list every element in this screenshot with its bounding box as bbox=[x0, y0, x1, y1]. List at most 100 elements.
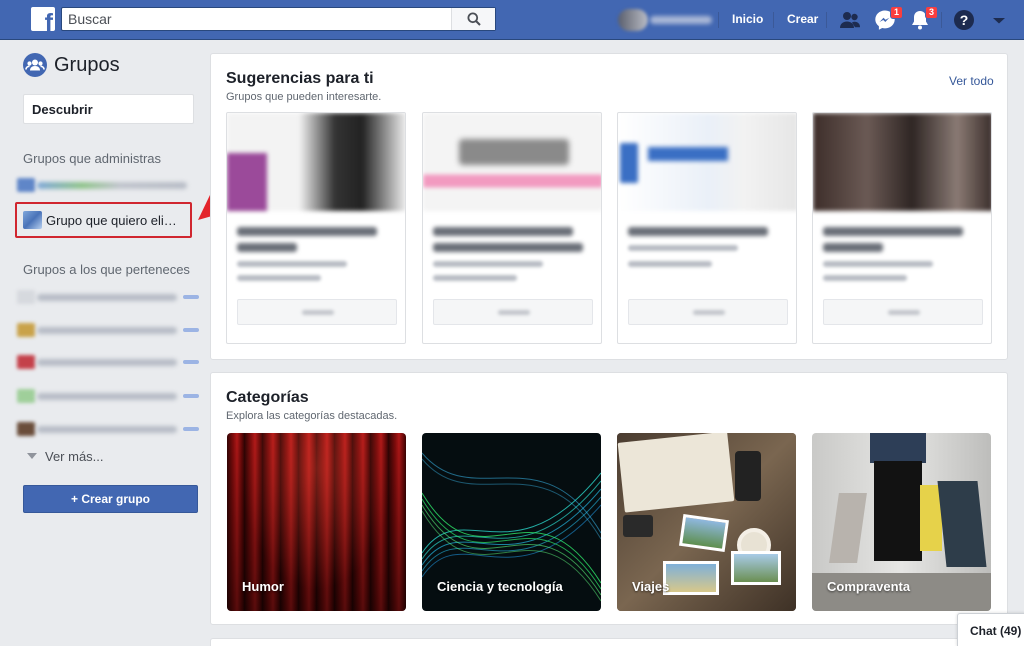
profile-link[interactable] bbox=[618, 9, 714, 31]
map-image bbox=[617, 433, 735, 513]
divider bbox=[941, 12, 942, 28]
see-more-link[interactable]: Ver más... bbox=[27, 449, 104, 464]
group-name-blurred bbox=[433, 227, 573, 236]
see-more-label: Ver más... bbox=[45, 449, 104, 464]
page-title: Grupos bbox=[54, 54, 120, 76]
group-thumbnail bbox=[17, 355, 35, 369]
unread-indicator bbox=[183, 427, 199, 431]
group-name-blurred bbox=[37, 182, 187, 189]
group-name-blurred bbox=[823, 243, 883, 252]
group-name-blurred bbox=[37, 327, 177, 334]
see-all-link[interactable]: Ver todo bbox=[949, 74, 994, 88]
notifications-bell-icon[interactable]: 3 bbox=[908, 6, 938, 32]
group-cover-image bbox=[618, 113, 796, 211]
discover-button[interactable]: Descubrir bbox=[23, 94, 194, 124]
svg-text:?: ? bbox=[960, 12, 969, 28]
suggested-group-card[interactable] bbox=[422, 112, 602, 344]
top-navbar: f Inicio Crear 1 3 ? bbox=[0, 0, 1024, 40]
search-icon bbox=[467, 12, 481, 26]
unread-indicator bbox=[183, 295, 199, 299]
category-buy-sell[interactable]: Compraventa bbox=[812, 433, 991, 611]
category-label: Compraventa bbox=[827, 579, 911, 594]
cover-detail bbox=[227, 153, 267, 211]
category-science-tech[interactable]: Ciencia y tecnología bbox=[422, 433, 601, 611]
suggestions-subtitle: Grupos que pueden interesarte. bbox=[226, 91, 382, 103]
group-name-blurred bbox=[37, 426, 177, 433]
group-thumbnail bbox=[23, 211, 42, 229]
create-link[interactable]: Crear bbox=[787, 12, 818, 26]
messenger-icon[interactable]: 1 bbox=[873, 6, 903, 32]
group-thumbnail bbox=[17, 422, 35, 436]
join-group-button[interactable] bbox=[628, 299, 788, 325]
shopping-bag bbox=[937, 481, 987, 567]
avatar bbox=[618, 9, 648, 31]
search-button[interactable] bbox=[451, 8, 495, 30]
group-name-blurred bbox=[37, 294, 177, 301]
chat-tab[interactable]: Chat (49) bbox=[957, 613, 1024, 646]
group-meta-blurred bbox=[433, 275, 517, 281]
group-thumbnail bbox=[17, 323, 35, 337]
unread-indicator bbox=[183, 360, 199, 364]
group-name-blurred bbox=[237, 227, 377, 236]
next-card bbox=[210, 638, 1008, 646]
group-thumbnail bbox=[17, 290, 35, 304]
messages-badge: 1 bbox=[889, 6, 903, 19]
unread-indicator bbox=[183, 394, 199, 398]
groups-icon bbox=[23, 53, 47, 77]
group-meta-blurred bbox=[237, 275, 321, 281]
home-link[interactable]: Inicio bbox=[732, 12, 763, 26]
chat-label: Chat (49) bbox=[970, 624, 1022, 638]
profile-name-blurred bbox=[650, 16, 712, 24]
group-cover-image bbox=[813, 113, 991, 211]
group-meta-blurred bbox=[823, 261, 933, 267]
group-name-blurred bbox=[237, 243, 297, 252]
category-label: Ciencia y tecnología bbox=[437, 579, 563, 594]
admin-groups-heading: Grupos que administras bbox=[23, 151, 162, 166]
pants bbox=[874, 461, 922, 561]
search-box bbox=[61, 7, 496, 31]
group-name-blurred bbox=[37, 393, 177, 400]
divider bbox=[718, 12, 719, 28]
join-group-button[interactable] bbox=[823, 299, 983, 325]
member-groups-heading: Grupos a los que perteneces bbox=[23, 262, 190, 277]
categories-card: Categorías Explora las categorías destac… bbox=[210, 372, 1008, 625]
chevron-down-icon bbox=[27, 453, 37, 459]
account-menu-chevron-down-icon[interactable] bbox=[987, 8, 1011, 32]
help-icon[interactable]: ? bbox=[952, 8, 976, 32]
categories-subtitle: Explora las categorías destacadas. bbox=[226, 410, 398, 422]
left-sidebar: Grupos Descubrir Grupos que administras … bbox=[0, 40, 210, 646]
group-meta-blurred bbox=[823, 275, 907, 281]
category-humor[interactable]: Humor bbox=[227, 433, 406, 611]
shopping-bag bbox=[829, 493, 867, 563]
categories-title: Categorías bbox=[226, 389, 309, 406]
search-input[interactable] bbox=[62, 8, 452, 30]
category-travel[interactable]: Viajes bbox=[617, 433, 796, 611]
group-thumbnail bbox=[17, 389, 35, 403]
photo-image bbox=[731, 551, 781, 585]
category-label: Humor bbox=[242, 579, 284, 594]
facebook-logo-icon[interactable]: f bbox=[31, 7, 55, 31]
friend-requests-icon[interactable] bbox=[838, 8, 862, 32]
cover-detail bbox=[620, 143, 638, 183]
group-name-blurred bbox=[823, 227, 963, 236]
join-group-button[interactable] bbox=[433, 299, 593, 325]
group-meta-blurred bbox=[433, 261, 543, 267]
cover-detail bbox=[459, 139, 569, 165]
divider bbox=[826, 12, 827, 28]
group-meta-blurred bbox=[628, 261, 712, 267]
highlighted-group-item[interactable]: Grupo que quiero eli… bbox=[15, 202, 192, 238]
phone-image bbox=[735, 451, 761, 501]
suggestions-card: Sugerencias para ti Grupos que pueden in… bbox=[210, 53, 1008, 360]
divider bbox=[773, 12, 774, 28]
group-name-blurred bbox=[628, 227, 768, 236]
group-thumbnail bbox=[17, 178, 35, 192]
suggested-group-card[interactable] bbox=[617, 112, 797, 344]
suggested-group-card[interactable] bbox=[812, 112, 992, 344]
join-group-button[interactable] bbox=[237, 299, 397, 325]
create-group-button[interactable]: + Crear grupo bbox=[23, 485, 198, 513]
group-name: Grupo que quiero eli… bbox=[46, 213, 177, 228]
suggested-group-card[interactable] bbox=[226, 112, 406, 344]
camera-image bbox=[623, 515, 653, 537]
unread-indicator bbox=[183, 328, 199, 332]
suggestions-title: Sugerencias para ti bbox=[226, 70, 374, 87]
